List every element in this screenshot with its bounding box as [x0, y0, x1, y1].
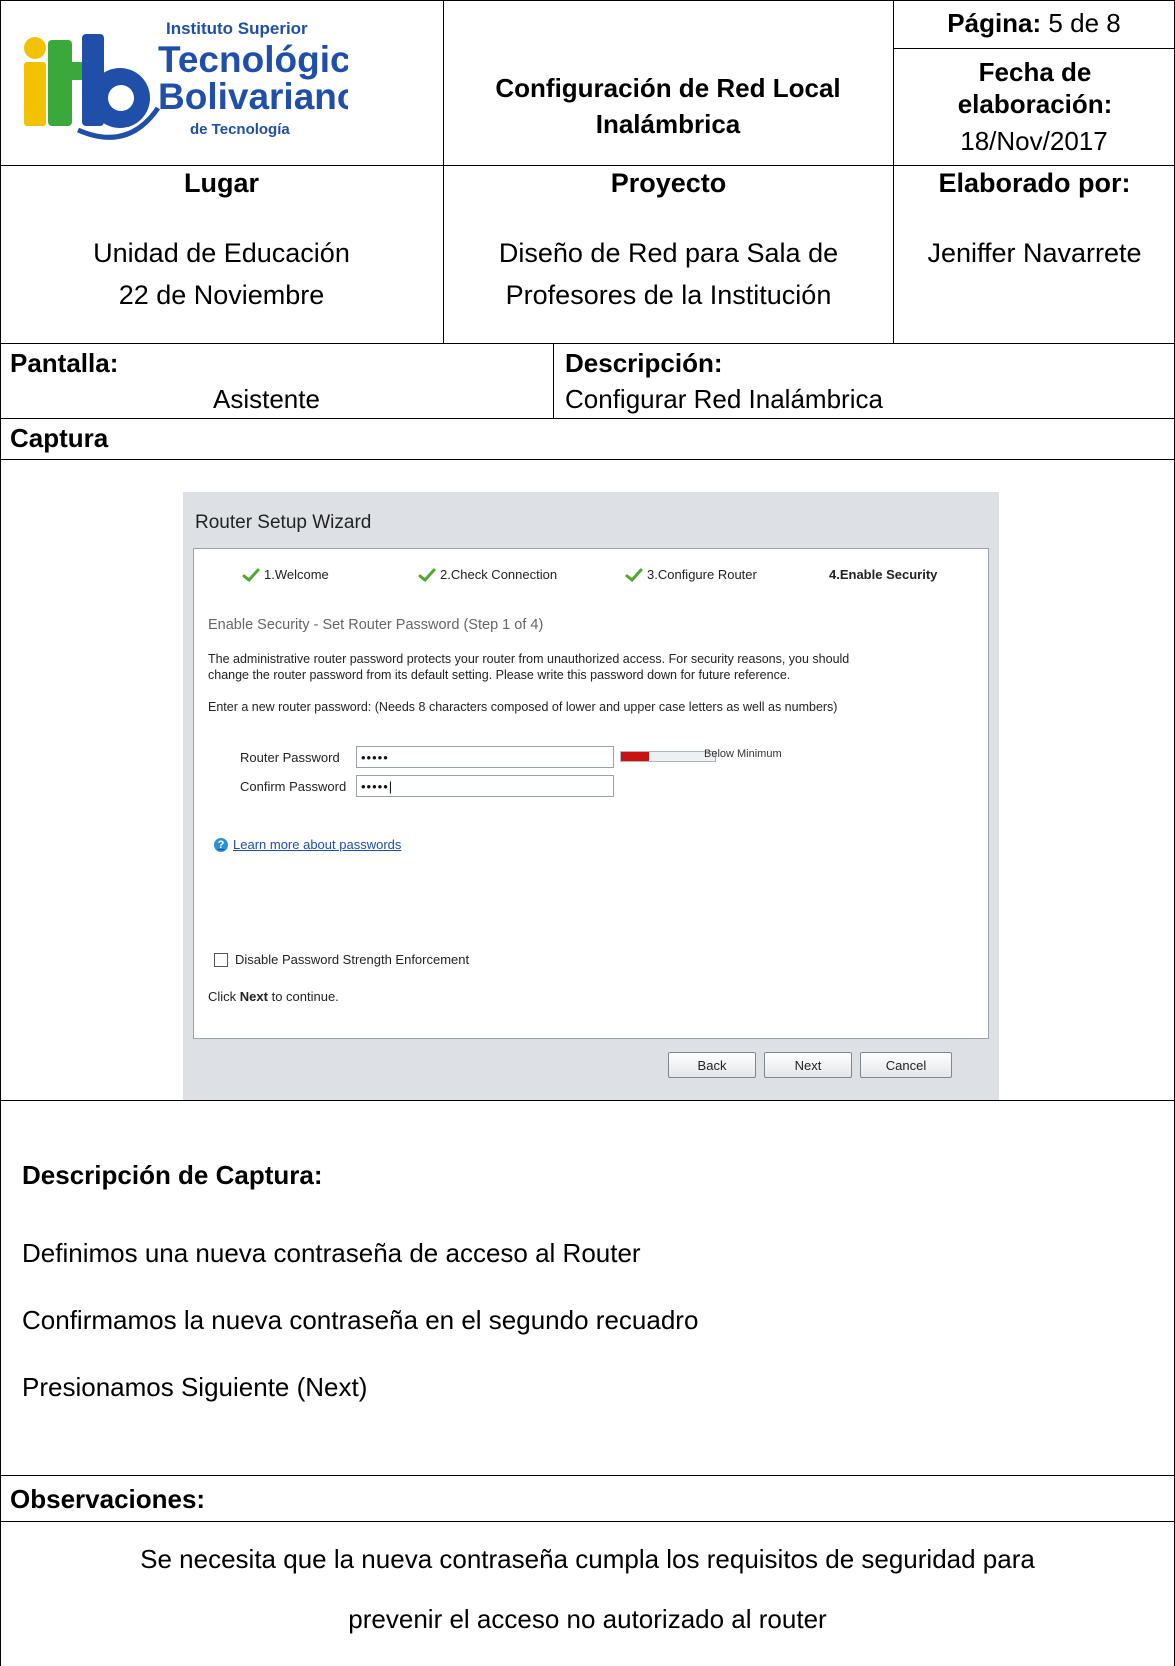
password-strength-text: Below Minimum — [704, 748, 782, 760]
back-button[interactable]: Back — [668, 1052, 756, 1078]
step-enable-security: 4.Enable Security — [829, 567, 937, 582]
pantalla-value: Asistente — [213, 384, 320, 414]
info-divider-bottom — [0, 343, 1175, 344]
hint-suffix: to continue. — [267, 989, 339, 1004]
checkmark-icon — [418, 568, 436, 582]
observaciones-line-1: Se necesita que la nueva contraseña cump… — [140, 1544, 1035, 1574]
svg-text:Tecnológico: Tecnológico — [158, 39, 348, 80]
elaborado-value: Jeniffer Navarrete — [927, 238, 1142, 268]
wizard-panel: 1.Welcome 2.Check Connection 3.Configure… — [193, 548, 989, 1039]
question-icon: ? — [214, 837, 228, 852]
router-password-label: Router Password — [240, 750, 340, 765]
descripcion-pantalla-label: Descripción: — [565, 348, 723, 378]
pantalla-divider-bottom — [0, 418, 1175, 419]
captura-label: Captura — [10, 423, 109, 453]
step-check-connection: 2.Check Connection — [418, 567, 557, 582]
confirm-password-input[interactable]: •••••| — [356, 775, 614, 797]
hint-prefix: Click — [208, 989, 240, 1004]
svg-text:Instituto Superior: Instituto Superior — [166, 19, 308, 38]
checkmark-icon — [242, 568, 260, 582]
click-next-hint: Click Next to continue. — [208, 989, 339, 1005]
page-number: Página: 5 de 8 — [894, 8, 1174, 39]
confirm-password-label: Confirm Password — [240, 779, 347, 794]
step-check-connection-label: 2.Check Connection — [440, 567, 558, 582]
checkmark-icon — [625, 568, 643, 582]
password-strength-fill — [621, 752, 650, 761]
disable-enforcement-label: Disable Password Strength Enforcement — [235, 952, 470, 967]
descripcion-line-2: Confirmamos la nueva contraseña en el se… — [22, 1305, 699, 1335]
router-password-input[interactable]: ••••• — [356, 746, 614, 768]
observaciones-line-2: prevenir el acceso no autorizado al rout… — [348, 1604, 827, 1634]
header-divider-bottom — [0, 165, 1175, 166]
svg-text:Bolivariano: Bolivariano — [158, 76, 348, 117]
disable-enforcement-checkbox-row[interactable]: Disable Password Strength Enforcement — [214, 952, 469, 967]
lugar-value-line2: 22 de Noviembre — [118, 280, 325, 310]
descripcion-line-3: Presionamos Siguiente (Next) — [22, 1372, 368, 1402]
disable-enforcement-checkbox[interactable] — [214, 952, 228, 967]
wizard-instructions: Enter a new router password: (Needs 8 ch… — [208, 700, 838, 714]
pantalla-col-divider — [553, 343, 554, 418]
page-number-value: 5 de 8 — [1048, 8, 1121, 38]
learn-more-label: Learn more about passwords — [233, 837, 402, 852]
descripcion-pantalla-value: Configurar Red Inalámbrica — [565, 384, 883, 414]
pantalla-label: Pantalla: — [10, 348, 119, 378]
hint-bold: Next — [239, 989, 268, 1004]
step-enable-security-label: 4.Enable Security — [829, 567, 938, 582]
descripcion-bottom-divider — [0, 1475, 1175, 1476]
document-title: Configuración de Red Local Inalámbrica — [495, 73, 841, 139]
next-button[interactable]: Next — [764, 1052, 852, 1078]
date-value: 18/Nov/2017 — [960, 126, 1108, 156]
page-number-label: Página: — [947, 8, 1042, 38]
descripcion-captura-label: Descripción de Captura: — [22, 1160, 323, 1190]
step-configure-router: 3.Configure Router — [625, 567, 757, 582]
document-page: Instituto Superior Tecnológico Bolivaria… — [0, 0, 1175, 1666]
step-welcome-label: 1.Welcome — [264, 567, 329, 582]
border-top — [0, 0, 1175, 1]
wizard-description-line2: change the router password from its defa… — [208, 668, 791, 682]
svg-text:de Tecnología: de Tecnología — [190, 121, 290, 138]
learn-more-link[interactable]: ? Learn more about passwords — [214, 837, 401, 852]
header-divider-1 — [893, 48, 1175, 49]
observaciones-label: Observaciones: — [10, 1484, 206, 1514]
captura-bottom-divider — [0, 1100, 1175, 1101]
step-welcome: 1.Welcome — [242, 567, 329, 582]
wizard-subtitle: Enable Security - Set Router Password (S… — [208, 617, 544, 633]
cancel-button[interactable]: Cancel — [860, 1052, 952, 1078]
institution-logo: Instituto Superior Tecnológico Bolivaria… — [18, 12, 373, 152]
proyecto-value-line1: Diseño de Red para Sala de — [498, 238, 839, 268]
step-configure-router-label: 3.Configure Router — [647, 567, 757, 582]
lugar-label: Lugar — [183, 168, 259, 198]
date-label: Fecha de elaboración: — [957, 57, 1113, 119]
itb-logo-icon: Instituto Superior Tecnológico Bolivaria… — [24, 19, 373, 140]
elaborado-label: Elaborado por: — [938, 168, 1131, 198]
descripcion-line-1: Definimos una nueva contraseña de acceso… — [22, 1238, 641, 1268]
lugar-value-line1: Unidad de Educación — [93, 238, 350, 268]
password-strength-meter — [620, 751, 716, 762]
proyecto-label: Proyecto — [610, 168, 727, 198]
router-setup-wizard: Router Setup Wizard 1.Welcome 2.Check Co… — [183, 492, 999, 1100]
wizard-title: Router Setup Wizard — [195, 512, 372, 533]
captura-label-divider — [0, 459, 1175, 460]
observaciones-label-divider — [0, 1521, 1175, 1522]
proyecto-value-line2: Profesores de la Institución — [505, 280, 832, 310]
wizard-description-line1: The administrative router password prote… — [208, 652, 850, 666]
